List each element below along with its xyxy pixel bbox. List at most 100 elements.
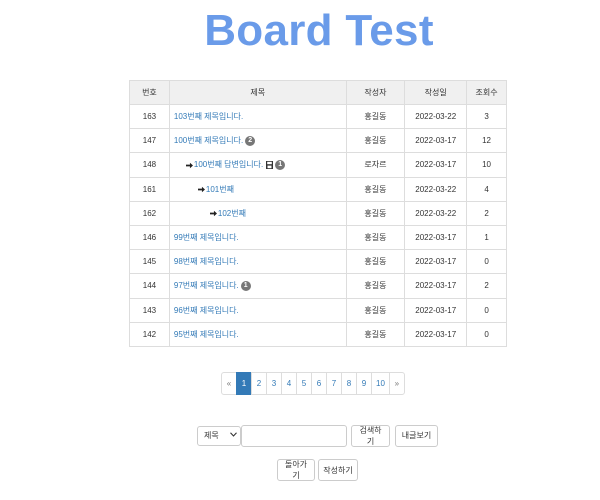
pagination-page[interactable]: 5	[296, 372, 312, 395]
cell-no: 161	[129, 176, 170, 202]
cell-date: 2022-03-17	[404, 128, 468, 154]
post-title-link[interactable]: 103번째 제목입니다.	[174, 112, 243, 121]
cell-date: 2022-03-17	[404, 321, 468, 347]
cell-subject: 102번째	[168, 200, 347, 226]
post-title-link[interactable]: 102번째	[218, 209, 246, 218]
cell-subject: 99번째 제목입니다.	[168, 224, 347, 251]
post-title-link[interactable]: 100번째 제목입니다.	[174, 136, 243, 145]
board-table: 번호 제목 작성자 작성일 조회수 163 103번째 제목입니다. 홍길동 2022…	[129, 80, 507, 347]
cell-writer: 홍길동	[345, 321, 406, 347]
floppy-disk-icon	[266, 161, 274, 170]
pagination-prev[interactable]: «	[221, 372, 237, 395]
table-row: 145 98번째 제목입니다. 홍길동 2022-03-17 0	[129, 249, 507, 275]
table-row: 146 99번째 제목입니다. 홍길동 2022-03-17 1	[129, 224, 507, 251]
header-no: 번호	[129, 80, 170, 105]
table-row: 144 97번째 제목입니다. 1 홍길동 2022-03-17 2	[129, 273, 507, 299]
post-title-link[interactable]: 98번째 제목입니다.	[174, 257, 239, 266]
post-title-link[interactable]: 97번째 제목입니다.	[174, 281, 239, 290]
cell-no: 145	[129, 249, 170, 275]
comment-count-badge: 1	[275, 160, 286, 171]
table-row: 143 96번째 제목입니다. 홍길동 2022-03-17 0	[129, 297, 507, 323]
cell-views: 2	[466, 200, 507, 226]
post-title-link[interactable]: 99번째 제목입니다.	[174, 233, 239, 242]
pagination-page[interactable]: 7	[326, 372, 342, 395]
pagination-page[interactable]: 3	[266, 372, 282, 395]
cell-date: 2022-03-17	[404, 224, 468, 251]
cell-writer: 홍길동	[345, 103, 406, 130]
cell-views: 3	[466, 103, 507, 130]
search-input[interactable]	[241, 424, 347, 447]
pagination-page[interactable]: 6	[311, 372, 327, 395]
cell-views: 1	[466, 224, 507, 251]
search-type-select[interactable]: 제목	[197, 425, 241, 446]
cell-no: 144	[129, 273, 170, 299]
cell-views: 0	[466, 249, 507, 275]
cell-date: 2022-03-22	[404, 176, 468, 202]
post-title-link[interactable]: 101번째	[206, 185, 234, 194]
cell-no: 148	[129, 152, 170, 178]
cell-subject: 97번째 제목입니다. 1	[168, 273, 347, 299]
pagination-page[interactable]: 4	[281, 372, 297, 395]
header-views: 조회수	[466, 80, 507, 105]
header-date: 작성일	[404, 80, 468, 105]
cell-views: 4	[466, 176, 507, 202]
post-title-link[interactable]: 96번째 제목입니다.	[174, 306, 239, 315]
cell-views: 10	[466, 152, 507, 178]
cell-subject: 100번째 제목입니다. 2	[168, 128, 347, 154]
table-row: 163 103번째 제목입니다. 홍길동 2022-03-22 3	[129, 103, 507, 130]
cell-writer: 홍길동	[345, 224, 406, 251]
cell-subject: 96번째 제목입니다.	[168, 297, 347, 323]
comment-count-badge: 2	[245, 136, 256, 147]
header-writer: 작성자	[345, 80, 406, 105]
cell-writer: 홍길동	[345, 273, 406, 299]
cell-writer: 홍길동	[345, 176, 406, 202]
cell-no: 146	[129, 224, 170, 251]
cell-views: 2	[466, 273, 507, 299]
cell-writer: 홍길동	[345, 200, 406, 226]
cell-date: 2022-03-17	[404, 249, 468, 275]
search-type-value: 제목	[204, 431, 219, 440]
cell-subject: 103번째 제목입니다.	[168, 103, 347, 130]
cell-no: 142	[129, 321, 170, 347]
pagination-page[interactable]: 9	[356, 372, 372, 395]
header-subject: 제목	[168, 80, 347, 105]
pagination-page[interactable]: 10	[371, 372, 390, 395]
cell-date: 2022-03-22	[404, 200, 468, 226]
pagination-page[interactable]: 2	[251, 372, 267, 395]
write-button[interactable]: 작성하기	[318, 459, 358, 481]
pagination: «1 2 3 4 5 6 7 8 9 10»	[221, 372, 405, 395]
cell-writer: 홍길동	[345, 249, 406, 275]
search-button[interactable]: 검색하기	[351, 424, 390, 447]
back-button[interactable]: 돌아가기	[277, 459, 315, 481]
reply-arrow-icon	[209, 209, 217, 218]
table-header-row: 번호 제목 작성자 작성일 조회수	[129, 80, 507, 105]
search-bar: 제목 검색하기 내글보기	[197, 424, 438, 447]
cell-no: 162	[129, 200, 170, 226]
post-title-link[interactable]: 100번째 답변입니다.	[194, 160, 263, 169]
cell-date: 2022-03-17	[404, 297, 468, 323]
chevron-down-icon	[230, 432, 237, 439]
table-row: 161 101번째 홍길동 2022-03-22 4	[129, 176, 507, 202]
table-row: 147 100번째 제목입니다. 2 홍길동 2022-03-17 12	[129, 128, 507, 154]
pagination-page[interactable]: 8	[341, 372, 357, 395]
cell-date: 2022-03-17	[404, 273, 468, 299]
my-posts-button[interactable]: 내글보기	[395, 424, 438, 447]
table-row: 142 95번째 제목입니다. 홍길동 2022-03-17 0	[129, 321, 507, 347]
reply-arrow-icon	[185, 160, 193, 169]
table-row: 148 100번째 답변입니다. 1 로자르 2022-03-17 10	[129, 152, 507, 178]
comment-count-badge: 1	[240, 281, 251, 292]
pagination-next[interactable]: »	[388, 372, 405, 395]
cell-writer: 홍길동	[345, 297, 406, 323]
cell-views: 0	[466, 297, 507, 323]
cell-views: 0	[466, 321, 507, 347]
cell-writer: 로자르	[345, 152, 406, 178]
table-row: 162 102번째 홍길동 2022-03-22 2	[129, 200, 507, 226]
cell-subject: 100번째 답변입니다. 1	[168, 152, 347, 178]
cell-no: 147	[129, 128, 170, 154]
cell-no: 163	[129, 103, 170, 130]
cell-subject: 101번째	[168, 176, 347, 202]
post-title-link[interactable]: 95번째 제목입니다.	[174, 330, 239, 339]
pagination-page[interactable]: 1	[236, 372, 252, 395]
action-bar: 돌아가기 작성하기	[277, 459, 358, 481]
cell-views: 12	[466, 128, 507, 154]
